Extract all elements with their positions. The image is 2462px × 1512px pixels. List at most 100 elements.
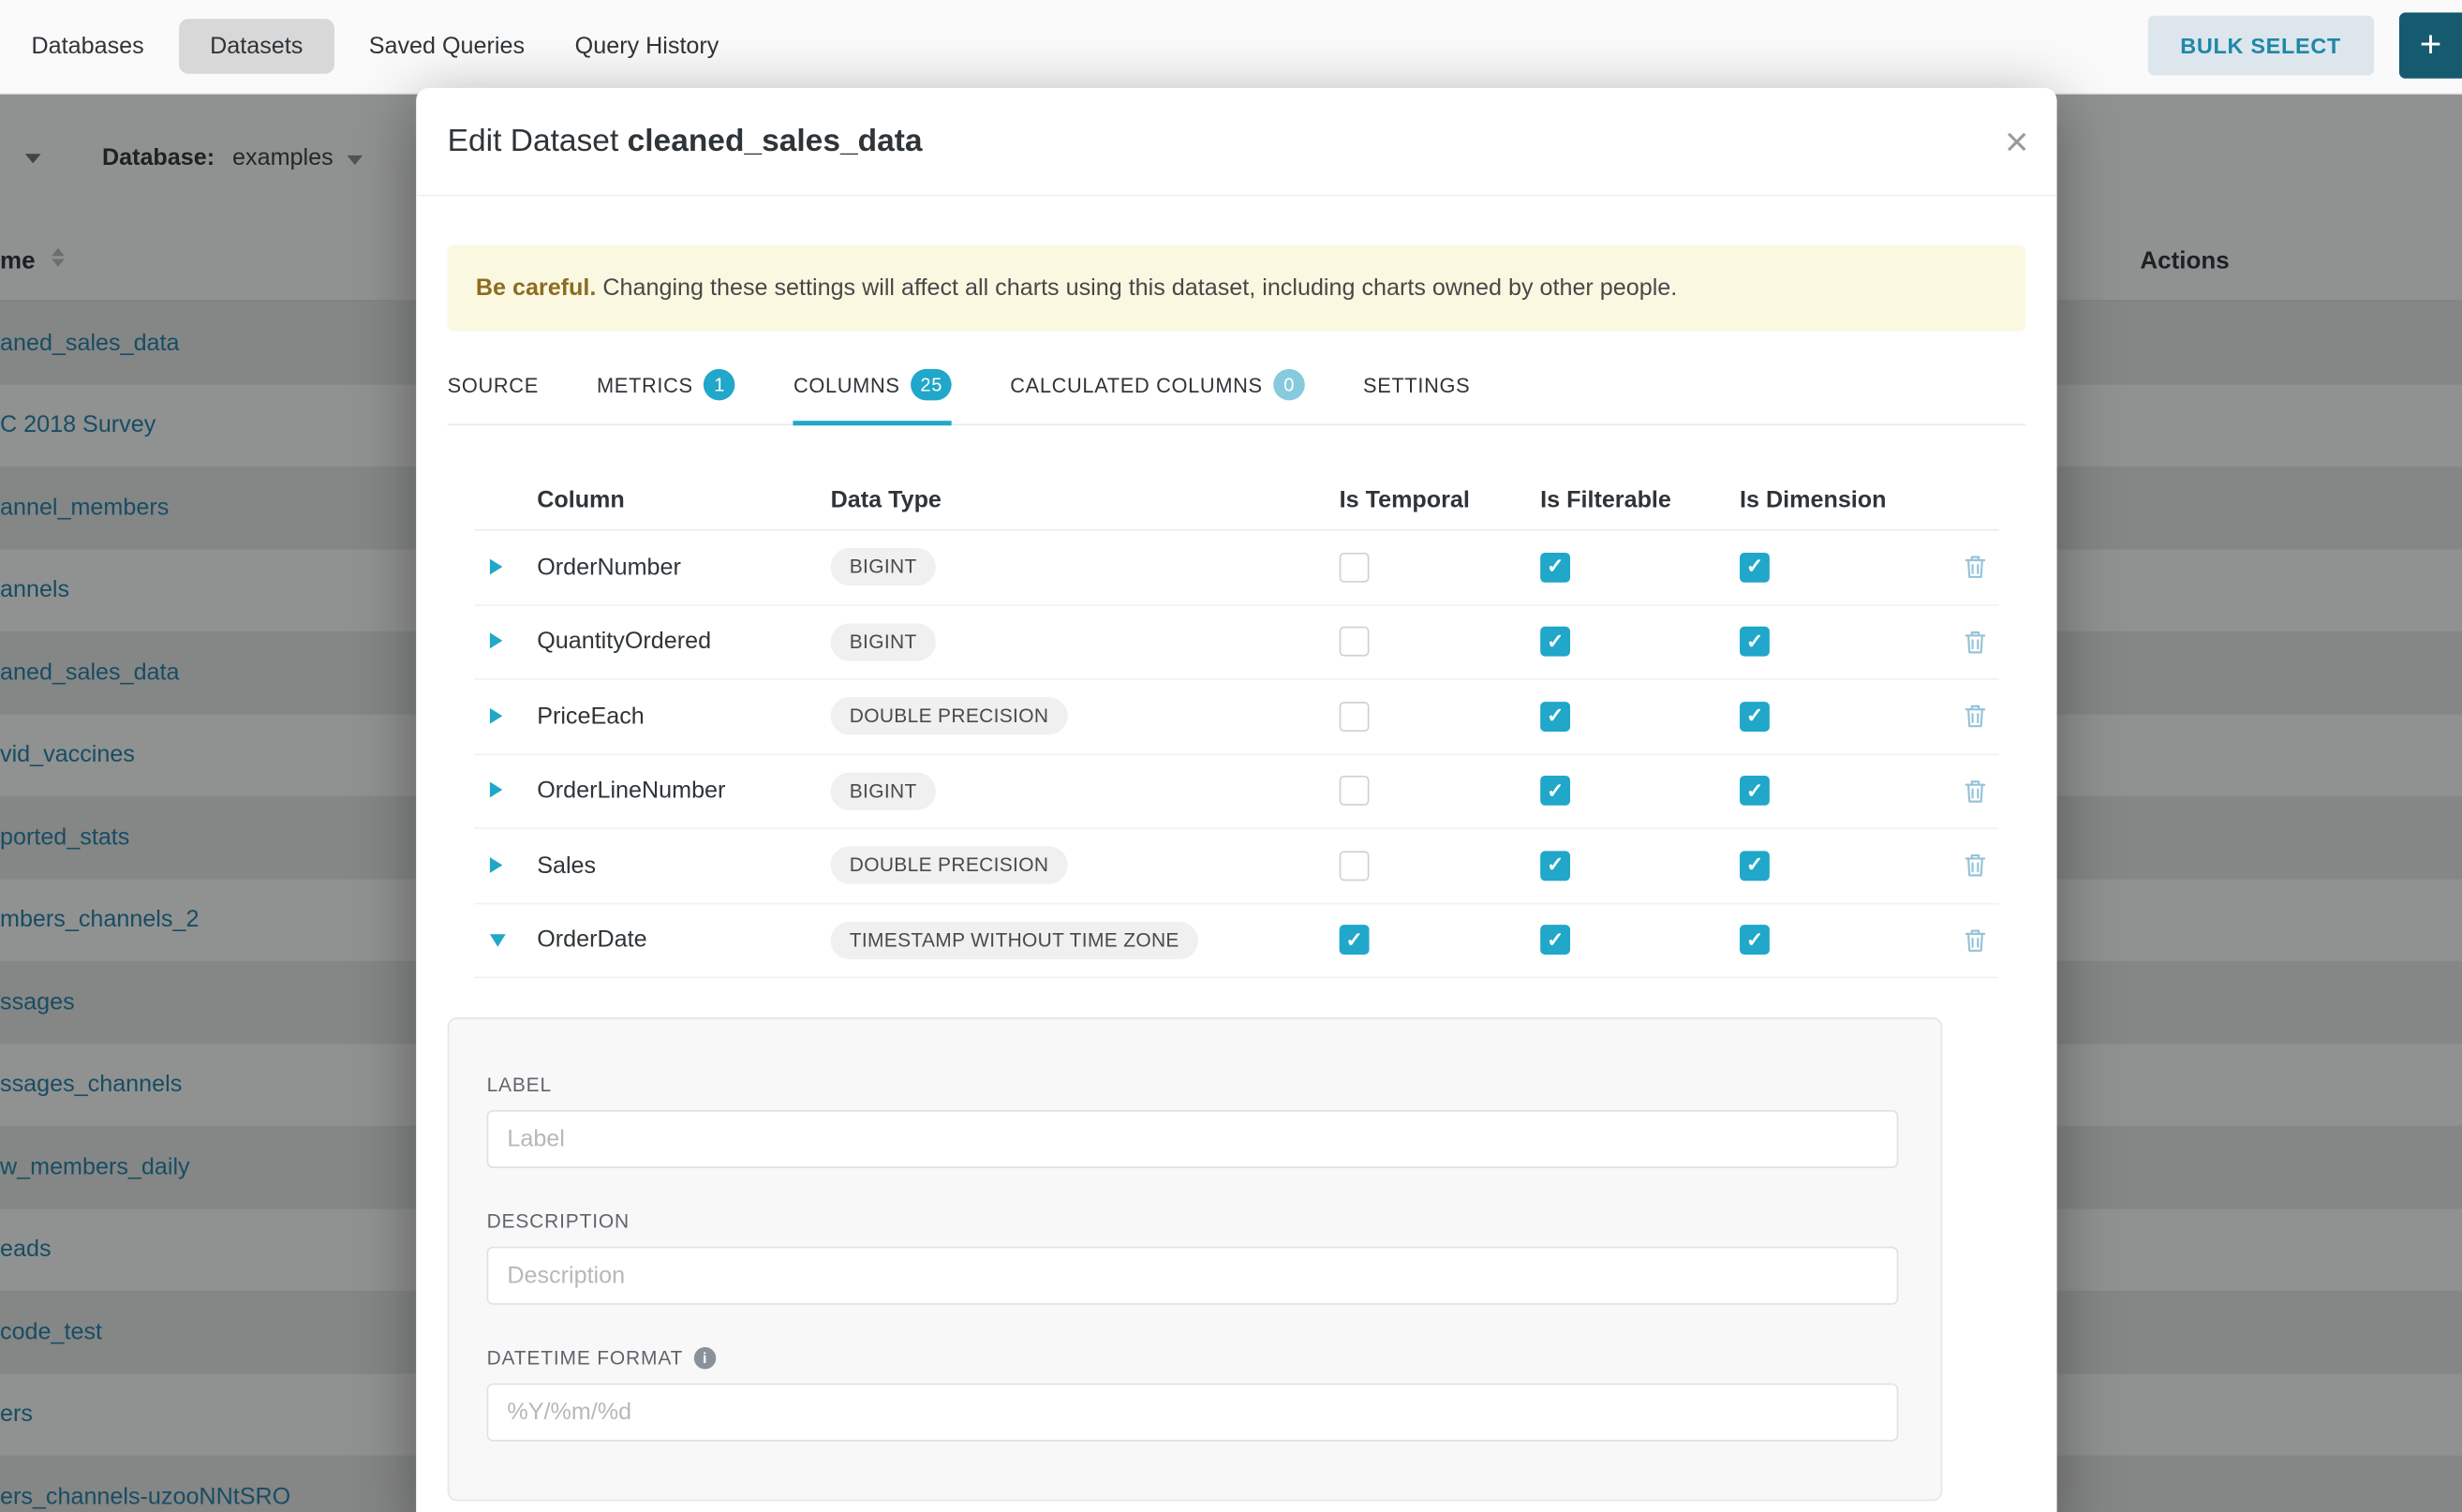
- modal-title-prefix: Edit Dataset: [448, 124, 619, 158]
- label-field-label: LABEL: [487, 1074, 1899, 1095]
- tab-calculated-columns[interactable]: CALCULATED COLUMNS 0: [1010, 369, 1305, 424]
- column-row: OrderDateTIMESTAMP WITHOUT TIME ZONE✓✓✓: [474, 904, 1998, 979]
- nav-item-saved-queries[interactable]: Saved Queries: [344, 19, 550, 74]
- column-name: OrderNumber: [537, 554, 830, 580]
- column-name: Sales: [537, 852, 830, 879]
- is-dimension-checkbox[interactable]: ✓: [1740, 702, 1770, 732]
- is-filterable-checkbox[interactable]: ✓: [1540, 627, 1570, 657]
- delete-column-button[interactable]: [1951, 630, 1998, 655]
- warning-banner: Be careful. Changing these settings will…: [448, 245, 2025, 331]
- nav-item-datasets[interactable]: Datasets: [179, 19, 334, 74]
- tab-count-badge: 0: [1273, 369, 1305, 401]
- column-row: OrderLineNumberBIGINT✓✓: [474, 754, 1998, 829]
- columns-table-header: Column Data Type Is Temporal Is Filterab…: [474, 469, 1998, 530]
- is-filterable-checkbox[interactable]: ✓: [1540, 702, 1570, 732]
- modal-header: Edit Dataset cleaned_sales_data ×: [416, 88, 2056, 197]
- close-icon[interactable]: ×: [2005, 121, 2028, 162]
- expand-toggle[interactable]: [474, 926, 537, 953]
- tab-metrics[interactable]: METRICS1: [597, 369, 735, 424]
- expand-caret-icon: [490, 707, 502, 723]
- is-temporal-checkbox[interactable]: [1340, 776, 1370, 806]
- warning-bold-text: Be careful.: [476, 274, 597, 301]
- column-data-type: DOUBLE PRECISION: [831, 847, 1337, 884]
- column-data-type: TIMESTAMP WITHOUT TIME ZONE: [831, 921, 1337, 958]
- column-data-type: BIGINT: [831, 548, 1337, 586]
- data-type-pill: DOUBLE PRECISION: [831, 847, 1068, 884]
- delete-column-button[interactable]: [1951, 555, 1998, 580]
- is-dimension-checkbox[interactable]: ✓: [1740, 926, 1770, 956]
- is-filterable-checkbox[interactable]: ✓: [1540, 851, 1570, 881]
- header-is-filterable: Is Filterable: [1537, 486, 1737, 512]
- is-filterable-checkbox[interactable]: ✓: [1540, 553, 1570, 583]
- delete-column-button[interactable]: [1951, 778, 1998, 804]
- datetime-format-label-text: DATETIME FORMAT: [487, 1347, 684, 1369]
- tab-label: COLUMNS: [793, 373, 900, 396]
- screen: Database: examples me Actions aned_sales…: [0, 0, 2462, 1512]
- is-dimension-checkbox[interactable]: ✓: [1740, 776, 1770, 806]
- is-dimension-checkbox[interactable]: ✓: [1740, 627, 1770, 657]
- data-type-pill: DOUBLE PRECISION: [831, 698, 1068, 735]
- is-dimension-checkbox[interactable]: ✓: [1740, 553, 1770, 583]
- trash-icon: [1965, 704, 1986, 729]
- expand-caret-icon: [490, 633, 502, 649]
- data-type-pill: BIGINT: [831, 772, 936, 809]
- bulk-select-button[interactable]: BULK SELECT: [2147, 16, 2374, 76]
- expand-toggle[interactable]: [474, 778, 537, 804]
- column-data-type: BIGINT: [831, 772, 1337, 809]
- label-field-group: LABEL: [487, 1074, 1899, 1168]
- expand-toggle[interactable]: [474, 554, 537, 580]
- is-dimension-checkbox[interactable]: ✓: [1740, 851, 1770, 881]
- modal-body: Be careful. Changing these settings will…: [416, 245, 2056, 1501]
- is-temporal-checkbox[interactable]: [1340, 553, 1370, 583]
- tab-label: SOURCE: [448, 373, 539, 396]
- column-data-type: BIGINT: [831, 623, 1337, 660]
- warning-text: Changing these settings will affect all …: [602, 274, 1677, 301]
- add-dataset-button[interactable]: +: [2399, 12, 2462, 78]
- is-temporal-checkbox[interactable]: [1340, 627, 1370, 657]
- is-temporal-checkbox[interactable]: ✓: [1340, 926, 1370, 956]
- expand-toggle[interactable]: [474, 703, 537, 729]
- datetime-format-input[interactable]: [487, 1384, 1899, 1442]
- column-row: PriceEachDOUBLE PRECISION✓✓: [474, 680, 1998, 755]
- expand-caret-icon: [490, 857, 502, 873]
- header-data-type: Data Type: [831, 486, 1337, 512]
- header-is-temporal: Is Temporal: [1336, 486, 1537, 512]
- datetime-format-field-label: DATETIME FORMAT i: [487, 1347, 1899, 1369]
- datetime-format-field-group: DATETIME FORMAT i: [487, 1347, 1899, 1442]
- is-filterable-checkbox[interactable]: ✓: [1540, 926, 1570, 956]
- columns-table: Column Data Type Is Temporal Is Filterab…: [474, 469, 1998, 978]
- is-temporal-checkbox[interactable]: [1340, 702, 1370, 732]
- delete-column-button[interactable]: [1951, 704, 1998, 729]
- info-icon[interactable]: i: [694, 1347, 716, 1369]
- delete-column-button[interactable]: [1951, 852, 1998, 878]
- column-row: QuantityOrderedBIGINT ✓ ✓: [474, 605, 1998, 680]
- modal-tabs: SOURCE METRICS1 COLUMNS 25 CALCULATED COLUMN…: [448, 369, 2025, 425]
- tab-count-badge: 25: [911, 369, 952, 401]
- nav-item-databases[interactable]: Databases: [7, 19, 170, 74]
- column-data-type: DOUBLE PRECISION: [831, 698, 1337, 735]
- is-filterable-checkbox[interactable]: ✓: [1540, 776, 1570, 806]
- expand-caret-icon: [490, 782, 502, 798]
- nav-item-query-history[interactable]: Query History: [550, 19, 744, 74]
- description-field-label: DESCRIPTION: [487, 1210, 1899, 1232]
- trash-icon: [1965, 778, 1986, 804]
- delete-column-button[interactable]: [1951, 927, 1998, 953]
- is-temporal-checkbox[interactable]: [1340, 851, 1370, 881]
- expand-toggle[interactable]: [474, 629, 537, 655]
- tab-label: METRICS: [597, 373, 693, 396]
- description-input[interactable]: [487, 1247, 1899, 1305]
- modal-title-dataset-name: cleaned_sales_data: [628, 124, 923, 158]
- columns-table-rows: OrderNumberBIGINT✓✓QuantityOrderedBIGINT…: [474, 530, 1998, 978]
- tab-source[interactable]: SOURCE: [448, 369, 539, 424]
- column-name: QuantityOrdered: [537, 629, 830, 655]
- tab-label: CALCULATED COLUMNS: [1010, 373, 1263, 396]
- trash-icon: [1965, 630, 1986, 655]
- tab-settings[interactable]: SETTINGS: [1363, 369, 1470, 424]
- tab-columns[interactable]: COLUMNS 25: [793, 369, 952, 424]
- expand-caret-icon: [490, 558, 502, 574]
- expand-toggle[interactable]: [474, 852, 537, 879]
- description-field-group: DESCRIPTION: [487, 1210, 1899, 1305]
- tab-label: SETTINGS: [1363, 373, 1470, 396]
- label-input[interactable]: [487, 1110, 1899, 1168]
- header-column: Column: [537, 486, 830, 512]
